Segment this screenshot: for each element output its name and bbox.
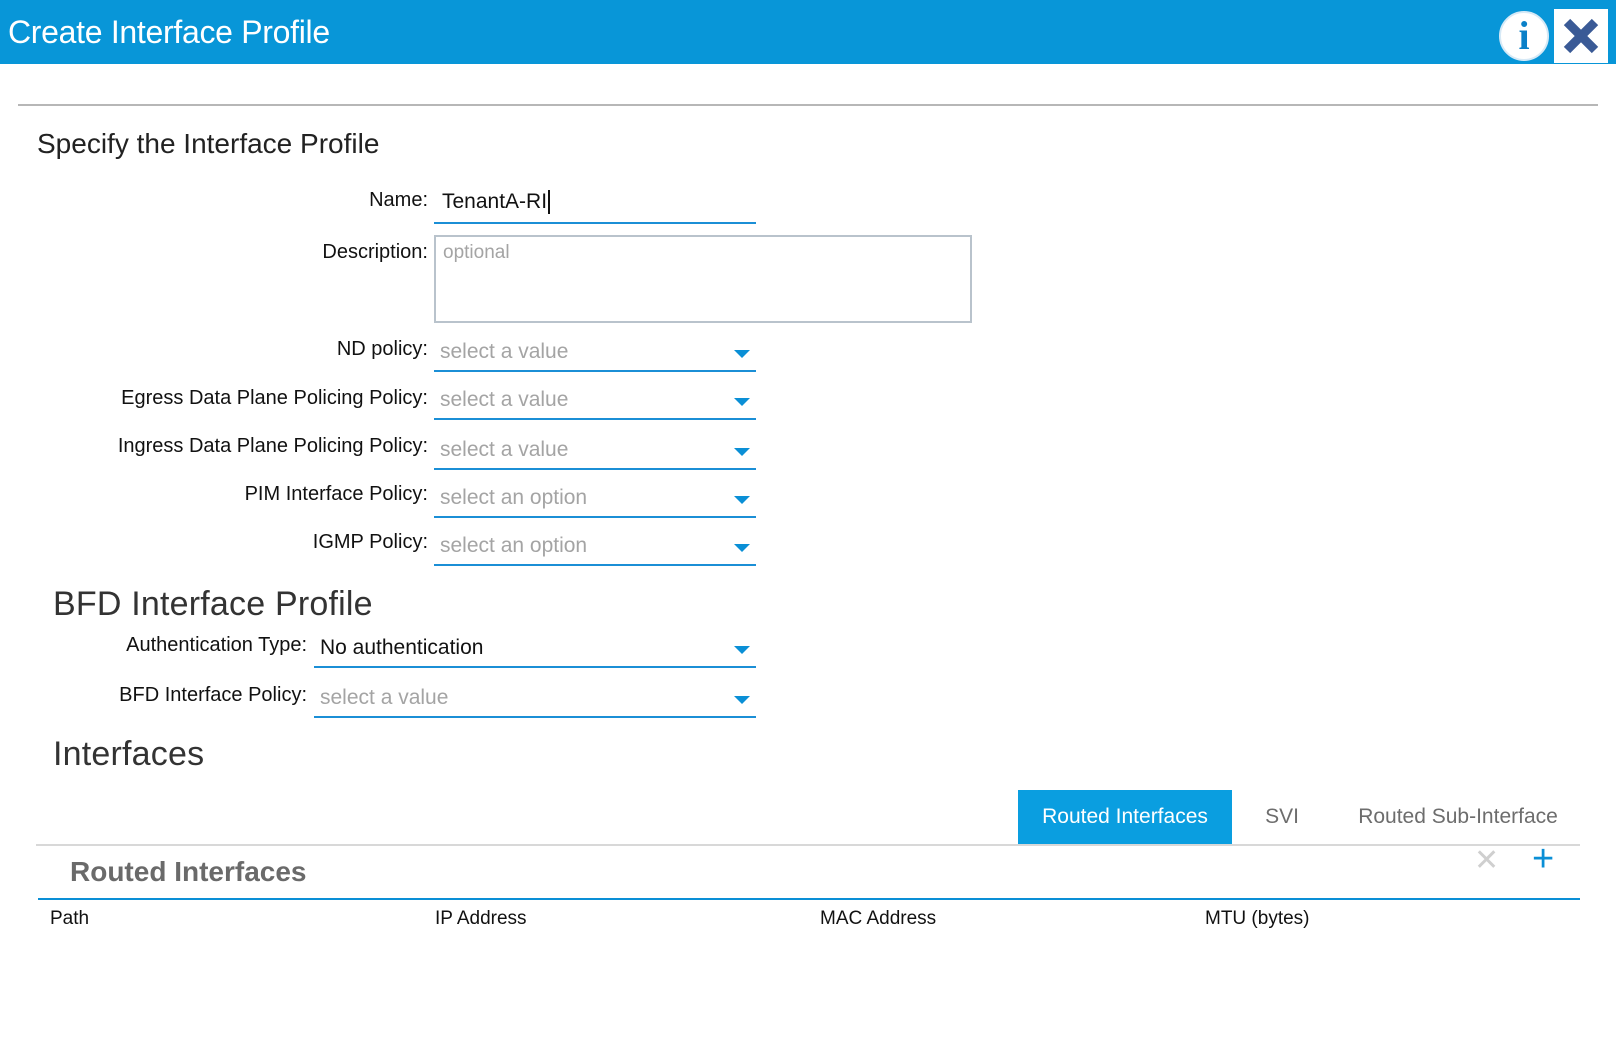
tab-svi[interactable]: SVI (1232, 790, 1332, 844)
bfd-policy-select[interactable]: select a value (314, 682, 756, 718)
chevron-down-icon (734, 696, 750, 704)
pim-policy-select[interactable]: select an option (434, 482, 756, 518)
nd-policy-value: select a value (440, 340, 569, 363)
auth-type-value: No authentication (320, 636, 484, 659)
info-icon[interactable]: i (1499, 11, 1549, 61)
igmp-policy-value: select an option (440, 534, 588, 557)
auth-type-label: Authentication Type: (126, 634, 307, 656)
description-label: Description: (322, 241, 428, 263)
chevron-down-icon (734, 398, 750, 406)
interfaces-section-title: Interfaces (53, 735, 205, 773)
column-header-mac-address[interactable]: MAC Address (820, 908, 936, 930)
chevron-down-icon (734, 544, 750, 552)
name-label: Name: (369, 189, 428, 211)
igmp-policy-label: IGMP Policy: (312, 531, 428, 553)
auth-type-select[interactable]: No authentication (314, 632, 756, 668)
profile-section-title: Specify the Interface Profile (37, 128, 380, 159)
header-divider (18, 104, 1598, 106)
ingress-policy-value: select a value (440, 438, 569, 461)
column-header-ip-address[interactable]: IP Address (435, 908, 527, 930)
chevron-down-icon (734, 646, 750, 654)
chevron-down-icon (734, 448, 750, 456)
pim-policy-value: select an option (440, 486, 588, 509)
name-input[interactable]: TenantA-RI (434, 186, 756, 224)
nd-policy-label: ND policy: (336, 338, 428, 360)
egress-policy-value: select a value (440, 388, 569, 411)
add-icon[interactable]: + (1532, 840, 1554, 878)
grid-header-divider (38, 898, 1580, 900)
grid-top-divider (36, 844, 1580, 846)
igmp-policy-select[interactable]: select an option (434, 530, 756, 566)
tab-routed-interfaces[interactable]: Routed Interfaces (1018, 790, 1232, 844)
ingress-policy-select[interactable]: select a value (434, 434, 756, 470)
bfd-policy-label: BFD Interface Policy: (119, 684, 307, 706)
text-caret (548, 190, 551, 215)
pim-policy-label: PIM Interface Policy: (244, 483, 428, 505)
tab-routed-sub-interface[interactable]: Routed Sub-Interface (1342, 790, 1574, 844)
bfd-policy-value: select a value (320, 686, 449, 709)
chevron-down-icon (734, 350, 750, 358)
egress-policy-select[interactable]: select a value (434, 384, 756, 420)
description-placeholder: optional (443, 242, 510, 263)
nd-policy-select[interactable]: select a value (434, 336, 756, 372)
ingress-policy-label: Ingress Data Plane Policing Policy: (117, 435, 428, 457)
delete-icon[interactable]: ✕ (1474, 846, 1499, 876)
dialog-title: Create Interface Profile (8, 14, 330, 50)
column-header-path[interactable]: Path (50, 908, 89, 930)
dialog-title-bar: Create Interface Profile i (0, 0, 1616, 64)
chevron-down-icon (734, 496, 750, 504)
grid-title: Routed Interfaces (70, 856, 307, 887)
description-textarea[interactable]: optional (434, 235, 972, 323)
column-header-mtu[interactable]: MTU (bytes) (1205, 908, 1310, 930)
close-icon[interactable] (1554, 9, 1608, 63)
egress-policy-label: Egress Data Plane Policing Policy: (121, 387, 428, 409)
bfd-section-title: BFD Interface Profile (53, 585, 373, 623)
name-value: TenantA-RI (442, 190, 548, 213)
